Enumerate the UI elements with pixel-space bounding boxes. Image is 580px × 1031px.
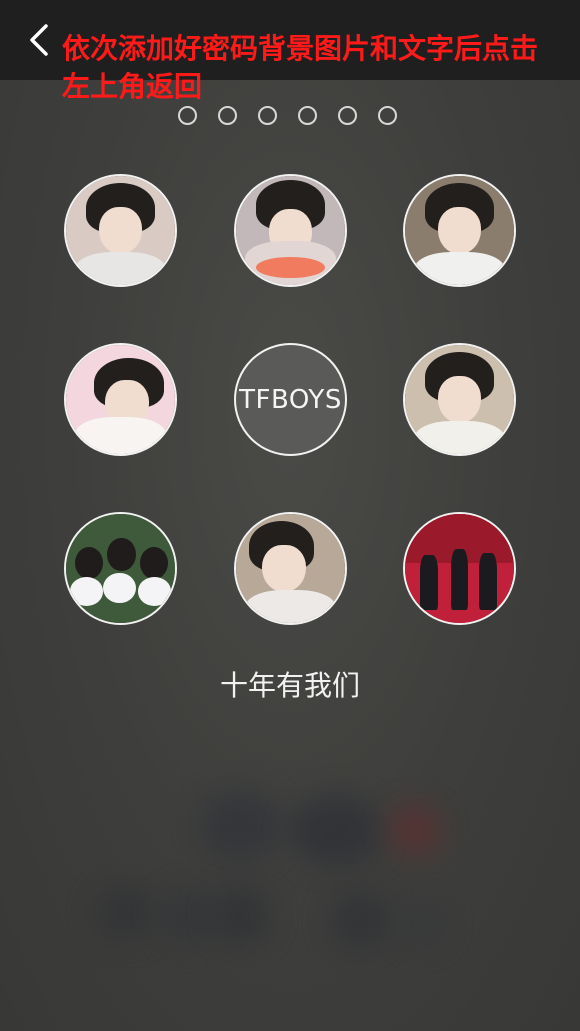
photo-image bbox=[66, 176, 175, 285]
photo-cell-1[interactable] bbox=[64, 174, 177, 287]
center-text-cell[interactable]: TFBOYS bbox=[234, 343, 347, 456]
back-button[interactable] bbox=[22, 22, 56, 58]
center-text-label: TFBOYS bbox=[239, 384, 342, 415]
photo-image bbox=[66, 514, 175, 623]
photo-image bbox=[236, 514, 345, 623]
photo-image bbox=[405, 176, 514, 285]
photo-cell-3[interactable] bbox=[403, 174, 516, 287]
pager-dot bbox=[298, 106, 317, 125]
photo-image bbox=[405, 345, 514, 454]
photo-cell-9[interactable] bbox=[403, 512, 516, 625]
photo-image bbox=[236, 176, 345, 285]
caption-text: 十年有我们 bbox=[219, 669, 360, 702]
photo-image bbox=[405, 514, 514, 623]
photo-cell-7[interactable] bbox=[64, 512, 177, 625]
pager-dot bbox=[178, 106, 197, 125]
back-arrow-icon bbox=[30, 24, 48, 56]
photo-cell-6[interactable] bbox=[403, 343, 516, 456]
pager-dot bbox=[258, 106, 277, 125]
photo-cell-4[interactable] bbox=[64, 343, 177, 456]
photo-cell-8[interactable] bbox=[234, 512, 347, 625]
pager-dots bbox=[178, 106, 397, 125]
pager-dot bbox=[378, 106, 397, 125]
pager-dot bbox=[338, 106, 357, 125]
pager-dot bbox=[218, 106, 237, 125]
photo-cell-2[interactable] bbox=[234, 174, 347, 287]
instruction-text: 依次添加好密码背景图片和文字后点击左上角返回 bbox=[62, 32, 539, 103]
photo-image bbox=[66, 345, 175, 454]
